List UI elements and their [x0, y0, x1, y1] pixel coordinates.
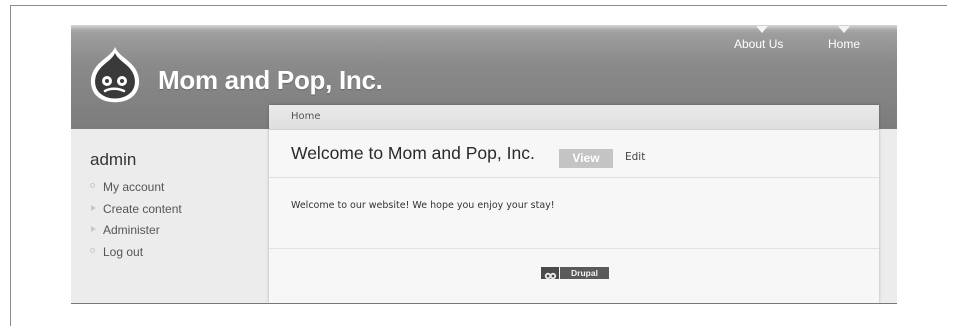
sidebar-title: admin — [90, 150, 137, 169]
main-content: Home Welcome to Mom and Pop, Inc. View E… — [269, 105, 879, 303]
active-pointer-icon — [756, 26, 768, 33]
drupal-badge-label: Drupal — [560, 267, 609, 279]
triangle-bullet-icon — [91, 204, 96, 211]
breadcrumb: Home — [269, 105, 879, 130]
tab-view[interactable]: View — [559, 149, 613, 168]
user-menu: My account Create content Administer Log… — [90, 180, 182, 266]
circle-bullet-icon — [90, 183, 95, 188]
primary-links: About Us Home — [71, 25, 897, 55]
page-title: Welcome to Mom and Pop, Inc. — [291, 143, 535, 163]
breadcrumb-home-link[interactable]: Home — [291, 111, 321, 122]
sidebar-item-label: Create content — [103, 201, 182, 216]
sidebar-item-my-account[interactable]: My account — [90, 180, 182, 202]
primary-link-label: Home — [828, 37, 861, 51]
triangle-bullet-icon — [91, 226, 96, 232]
powered-by-drupal-badge[interactable]: Drupal — [541, 267, 609, 280]
sidebar: admin My account Create content Administ… — [71, 129, 269, 303]
active-pointer-icon — [838, 26, 850, 33]
sidebar-item-label: My account — [103, 180, 165, 194]
sidebar-item-log-out[interactable]: Log out — [90, 245, 182, 267]
page-body: Welcome to our website! We hope you enjo… — [291, 200, 555, 211]
primary-link-home[interactable]: Home — [828, 26, 861, 51]
primary-link-label: About Us — [734, 37, 784, 51]
site-container: Mom and Pop, Inc. About Us Home admin My… — [71, 25, 897, 304]
site-name[interactable]: Mom and Pop, Inc. — [158, 65, 383, 96]
footer-divider — [269, 248, 879, 249]
figure-frame-top — [10, 5, 947, 6]
tab-edit[interactable]: Edit — [625, 151, 645, 163]
sidebar-item-administer[interactable]: Administer — [90, 223, 182, 245]
title-row: Welcome to Mom and Pop, Inc. View Edit — [269, 130, 879, 178]
sidebar-item-label: Log out — [103, 244, 144, 259]
figure-frame-left — [10, 5, 11, 326]
sidebar-item-create-content[interactable]: Create content — [90, 202, 182, 224]
sidebar-item-label: Administer — [103, 223, 160, 237]
primary-link-about-us[interactable]: About Us — [734, 26, 784, 51]
drupal-drop-icon — [541, 267, 559, 280]
circle-bullet-icon — [90, 247, 95, 253]
